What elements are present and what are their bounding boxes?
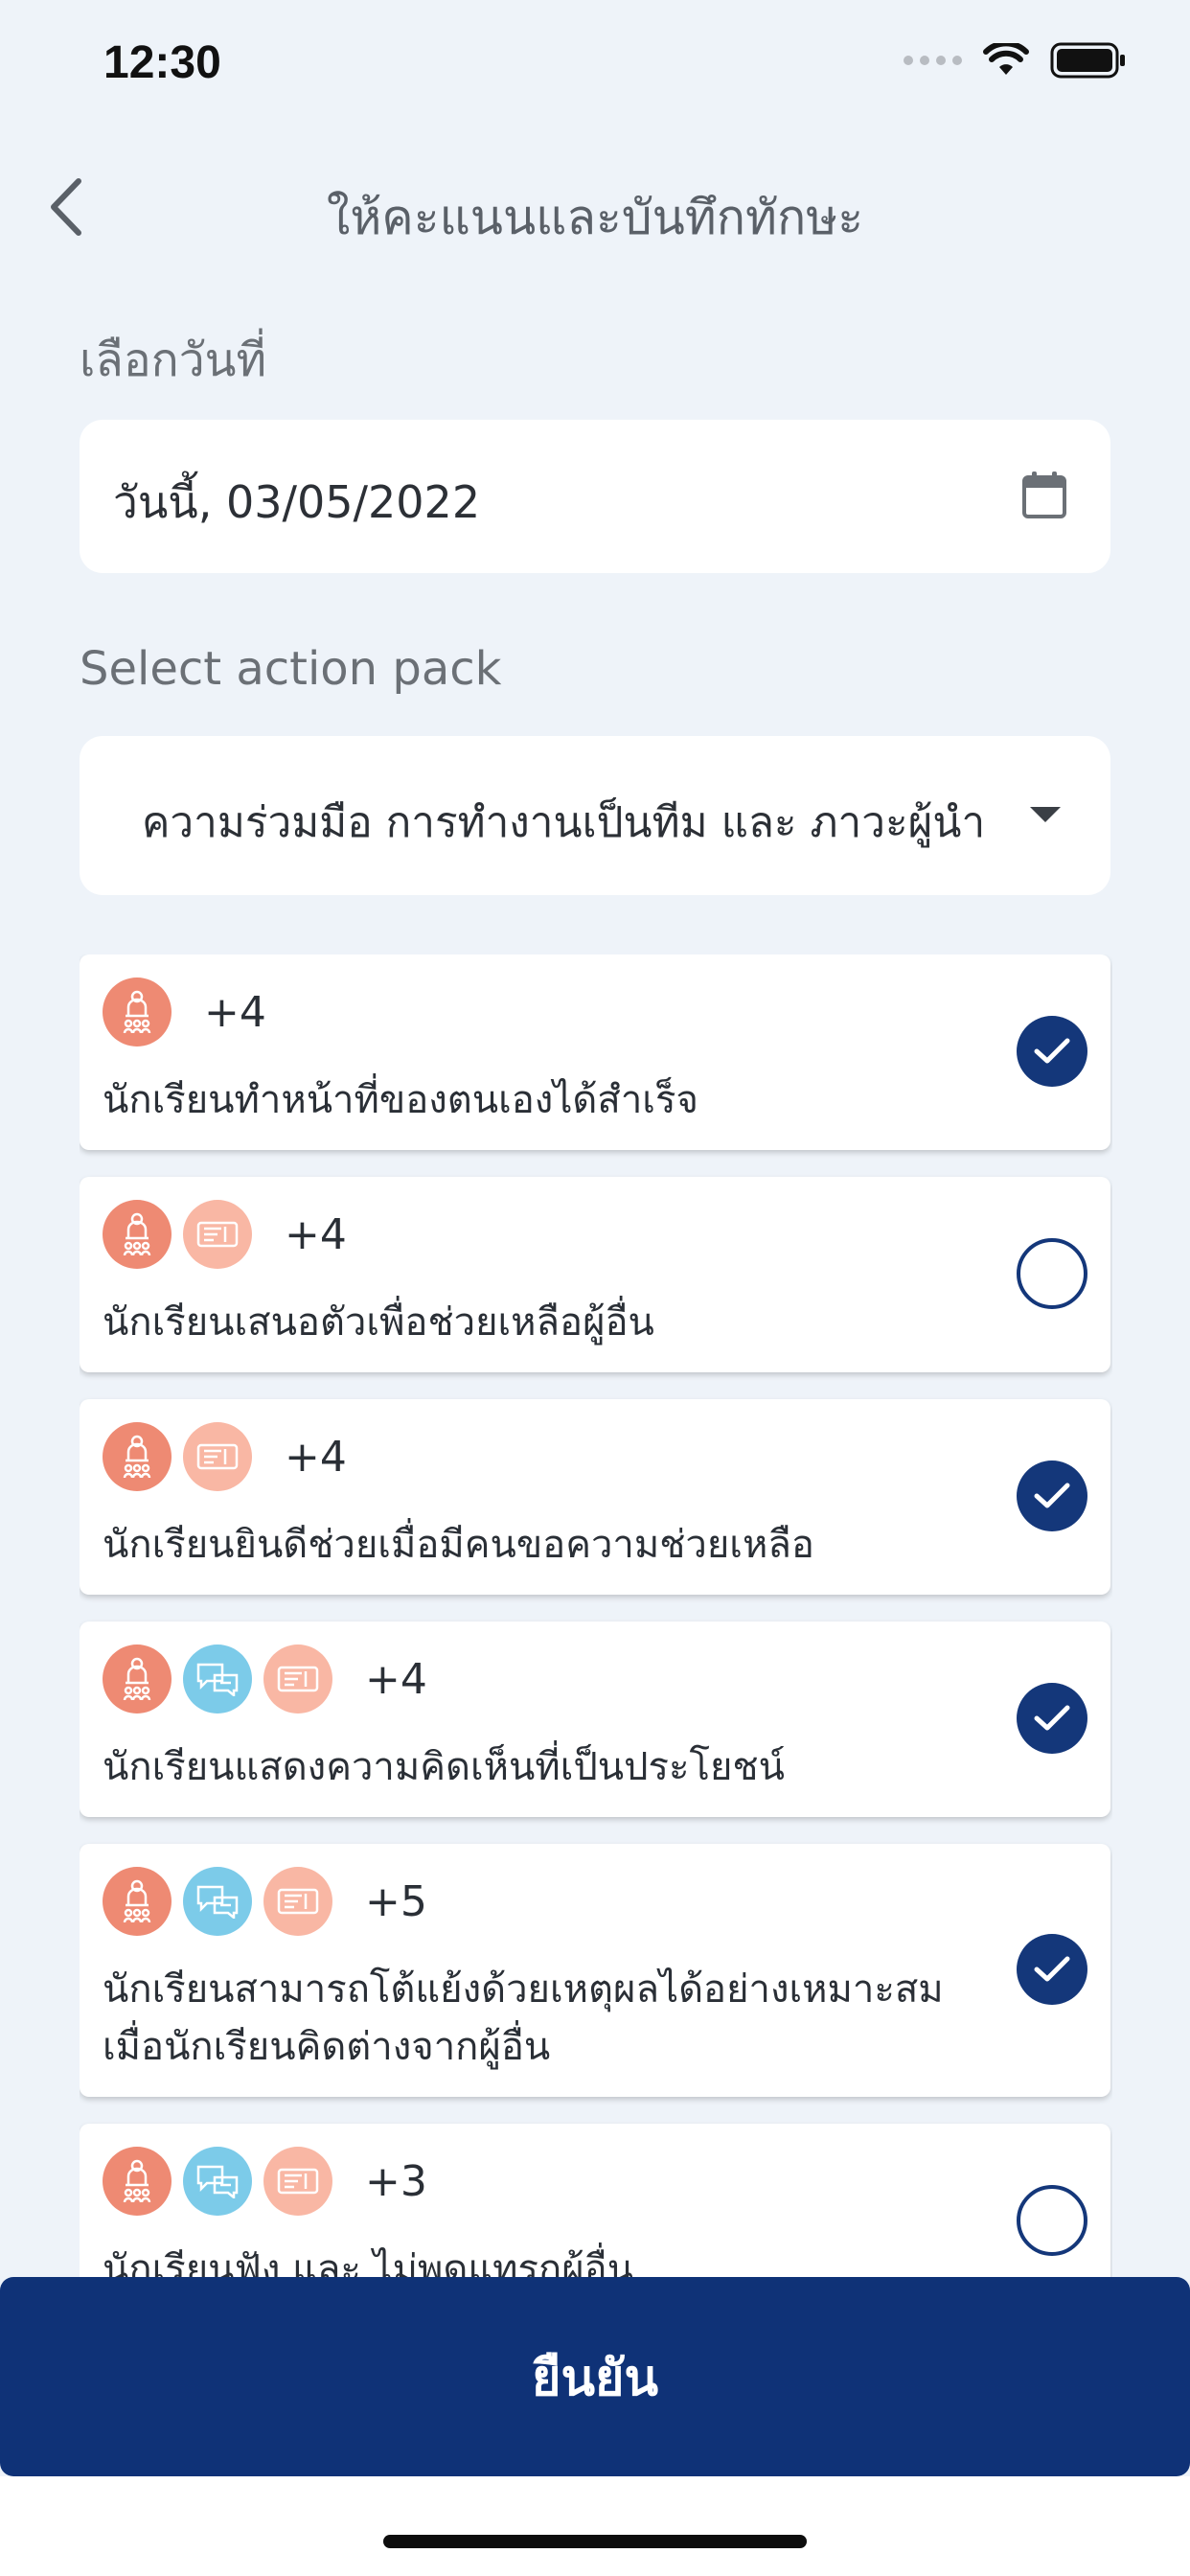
leader-icon — [103, 2147, 172, 2216]
action-card[interactable]: +3 นักเรียนฟัง และ ไม่พูดแทรกผู้อื่น — [80, 2124, 1110, 2277]
action-description: นักเรียนยินดีช่วยเมื่อมีคนขอความช่วยเหลื… — [103, 1523, 814, 1567]
checkmark-icon — [1034, 1038, 1070, 1064]
card-header: +4 — [103, 1200, 347, 1269]
checkmark-icon — [1034, 1483, 1070, 1508]
ticket-icon — [263, 2147, 332, 2216]
card-header: +4 — [103, 978, 266, 1046]
leader-icon — [103, 1867, 172, 1936]
caret-down-icon — [1030, 807, 1061, 822]
card-header: +3 — [103, 2147, 427, 2216]
battery-icon — [1050, 42, 1125, 79]
ticket-icon — [263, 1867, 332, 1936]
action-card[interactable]: +4 นักเรียนแสดงความคิดเห็นที่เป็นประโยชน… — [80, 1622, 1110, 1817]
points-value: +4 — [365, 1654, 427, 1704]
points-value: +4 — [285, 1209, 347, 1259]
cellular-signal-icon — [904, 56, 962, 65]
leader-icon — [103, 1422, 172, 1491]
action-pack-label: Select action pack — [80, 642, 502, 696]
points-value: +4 — [285, 1432, 347, 1482]
page-title: ให้คะแนนและบันทึกทักษะ — [326, 190, 864, 245]
points-value: +5 — [365, 1876, 427, 1926]
action-pack-value: ความร่วมมือ การทำงานเป็นทีม และ ภาวะผู้น… — [142, 798, 986, 847]
status-bar: 12:30 — [0, 0, 1190, 129]
ticket-icon — [183, 1200, 252, 1269]
action-description: นักเรียนแสดงความคิดเห็นที่เป็นประโยชน์ — [103, 1745, 785, 1789]
action-pack-select[interactable]: ความร่วมมือ การทำงานเป็นทีม และ ภาวะผู้น… — [80, 736, 1110, 895]
ticket-icon — [263, 1644, 332, 1714]
confirm-label: ยืนยัน — [531, 2349, 659, 2407]
action-description: นักเรียนสามารถโต้แย้งด้วยเหตุผลได้อย่างเ… — [103, 1967, 944, 2069]
check-button[interactable] — [1017, 2185, 1087, 2256]
check-button[interactable] — [1017, 1238, 1087, 1309]
check-button[interactable] — [1017, 1460, 1087, 1531]
date-picker-field[interactable]: วันนี้, 03/05/2022 — [80, 420, 1110, 573]
chat-icon — [183, 1644, 252, 1714]
ticket-icon — [183, 1422, 252, 1491]
leader-icon — [103, 1644, 172, 1714]
points-value: +4 — [204, 987, 266, 1037]
confirm-button[interactable]: ยืนยัน — [0, 2277, 1190, 2476]
action-card[interactable]: +4 นักเรียนทำหน้าที่ของตนเองได้สำเร็จ — [80, 954, 1110, 1150]
checkmark-icon — [1034, 1956, 1070, 1982]
leader-icon — [103, 978, 172, 1046]
card-header: +5 — [103, 1867, 427, 1936]
action-description: นักเรียนเสนอตัวเพื่อช่วยเหลือผู้อื่น — [103, 1300, 654, 1345]
leader-icon — [103, 1200, 172, 1269]
action-description: นักเรียนทำหน้าที่ของตนเองได้สำเร็จ — [103, 1078, 698, 1122]
chat-icon — [183, 2147, 252, 2216]
action-list[interactable]: +4 นักเรียนทำหน้าที่ของตนเองได้สำเร็จ +4… — [80, 954, 1112, 2277]
card-header: +4 — [103, 1644, 427, 1714]
date-label: เลือกวันที่ — [80, 334, 267, 387]
status-indicators — [904, 42, 1127, 79]
action-card[interactable]: +5 นักเรียนสามารถโต้แย้งด้วยเหตุผลได้อย่… — [80, 1844, 1110, 2097]
check-button[interactable] — [1017, 1683, 1087, 1754]
action-card[interactable]: +4 นักเรียนเสนอตัวเพื่อช่วยเหลือผู้อื่น — [80, 1177, 1110, 1372]
action-description: นักเรียนฟัง และ ไม่พูดแทรกผู้อื่น — [103, 2247, 634, 2277]
checkmark-icon — [1034, 1705, 1070, 1731]
action-card[interactable]: +4 นักเรียนยินดีช่วยเมื่อมีคนขอความช่วยเ… — [80, 1399, 1110, 1595]
bottom-safe-area — [0, 2476, 1190, 2576]
check-button[interactable] — [1017, 1016, 1087, 1087]
points-value: +3 — [365, 2156, 427, 2206]
nav-bar: ให้คะแนนและบันทึกทักษะ — [0, 153, 1190, 259]
home-indicator[interactable] — [383, 2535, 807, 2548]
calendar-icon[interactable] — [1021, 470, 1067, 519]
card-header: +4 — [103, 1422, 347, 1491]
wifi-icon — [983, 43, 1029, 75]
chat-icon — [183, 1867, 252, 1936]
status-time: 12:30 — [103, 37, 221, 88]
check-button[interactable] — [1017, 1934, 1087, 2005]
date-value: วันนี้, 03/05/2022 — [113, 476, 481, 528]
